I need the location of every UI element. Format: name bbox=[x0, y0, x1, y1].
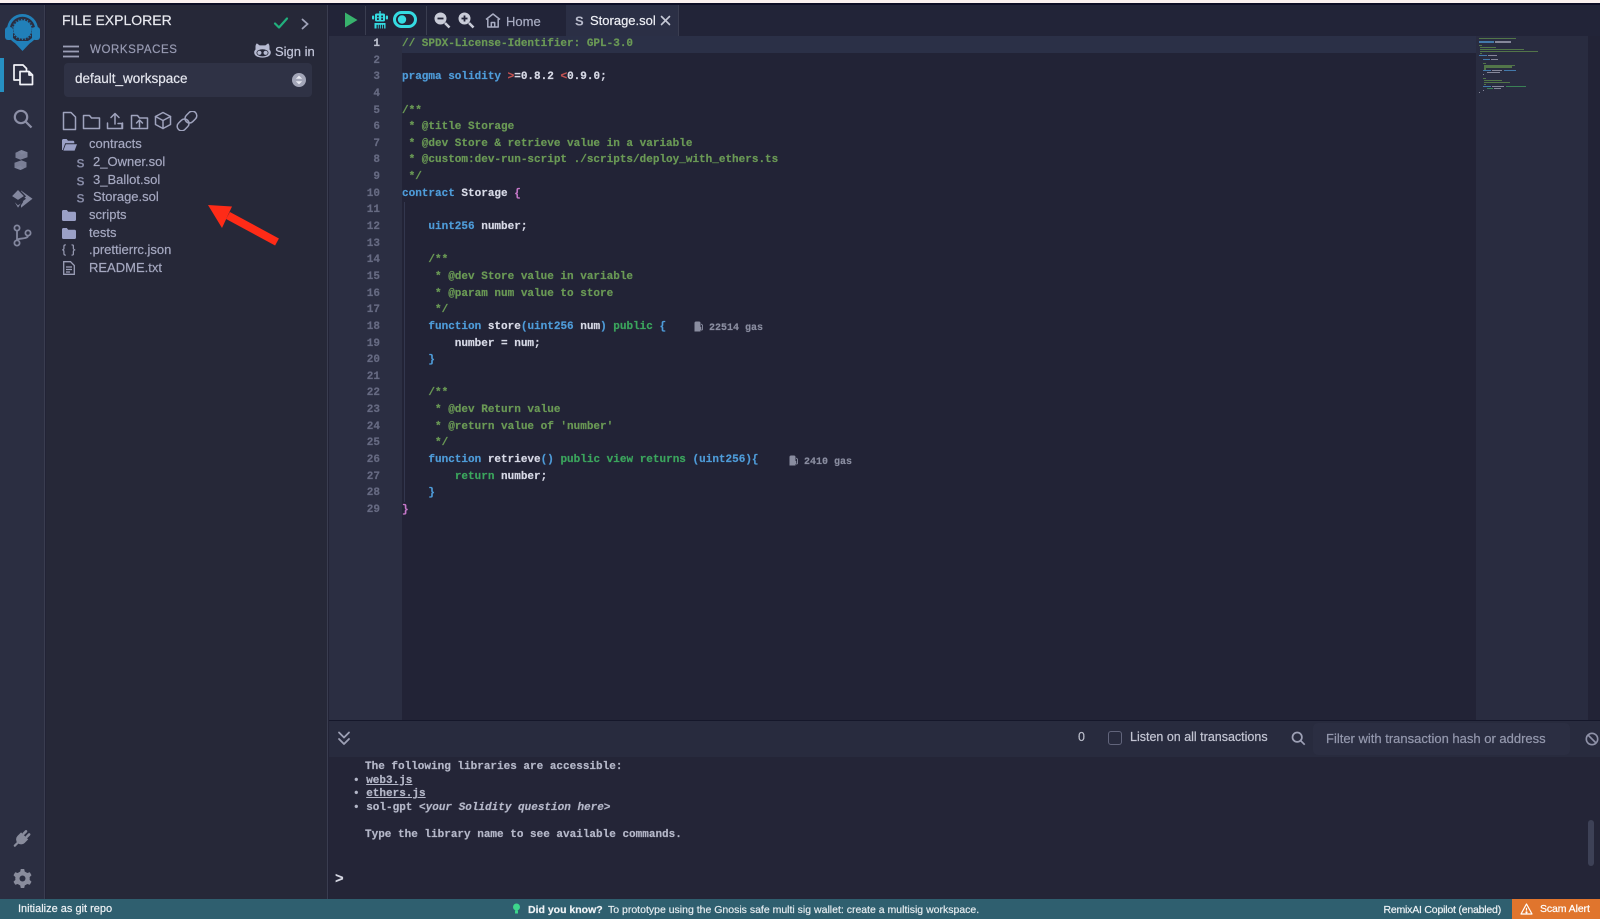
svg-text:S: S bbox=[77, 175, 85, 188]
svg-text:S: S bbox=[77, 157, 85, 170]
svg-text:S: S bbox=[575, 14, 584, 28]
svg-text:S: S bbox=[77, 192, 85, 205]
